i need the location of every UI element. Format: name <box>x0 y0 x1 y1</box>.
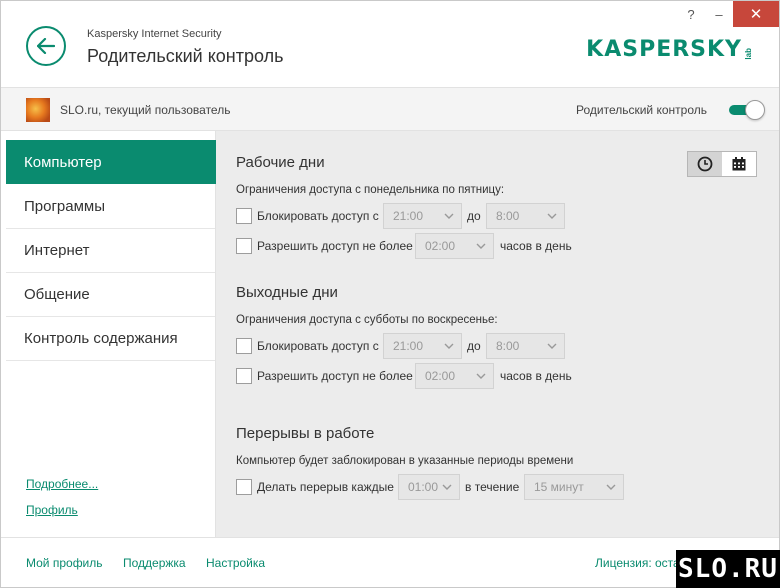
arrow-left-icon <box>37 38 55 54</box>
slo-ru-watermark: SLO.RU <box>676 550 780 588</box>
workdays-to-label: до <box>467 209 481 223</box>
workdays-allow-checkbox[interactable] <box>236 238 252 254</box>
main-content: Рабочие дни Ограничения доступа с понеде… <box>216 131 779 537</box>
weekend-allow-checkbox[interactable] <box>236 368 252 384</box>
weekend-block-checkbox[interactable] <box>236 338 252 354</box>
workdays-allow-value: 02:00 <box>425 239 456 253</box>
my-profile-link[interactable]: Мой профиль <box>26 556 103 570</box>
workdays-desc: Ограничения доступа с понедельника по пя… <box>236 184 505 196</box>
weekend-allow-label: Разрешить доступ не более <box>257 369 413 383</box>
break-duration-select[interactable]: 15 минут <box>524 474 624 500</box>
chevron-down-icon <box>547 213 557 219</box>
workdays-title: Рабочие дни <box>236 154 325 171</box>
weekend-allow-value: 02:00 <box>425 369 456 383</box>
workdays-hours-label: часов в день <box>500 239 572 253</box>
weekend-block-from-select[interactable]: 21:00 <box>383 333 462 359</box>
chevron-down-icon <box>476 243 486 249</box>
weekend-block-to-select[interactable]: 8:00 <box>486 333 565 359</box>
sidebar-item-internet[interactable]: Интернет <box>6 229 215 273</box>
profile-link[interactable]: Профиль <box>26 503 78 517</box>
workdays-allow-select[interactable]: 02:00 <box>415 233 494 259</box>
parental-control-toggle[interactable] <box>729 100 765 120</box>
weekend-allow-select[interactable]: 02:00 <box>415 363 494 389</box>
weekend-block-label: Блокировать доступ с <box>257 339 379 353</box>
workdays-block-label: Блокировать доступ с <box>257 209 379 223</box>
kaspersky-logo: KASPERSKY lab <box>586 37 753 62</box>
chevron-down-icon <box>444 213 454 219</box>
workdays-block-from-select[interactable]: 21:00 <box>383 203 462 229</box>
app-title: Kaspersky Internet Security <box>87 28 222 40</box>
weekend-title: Выходные дни <box>236 284 338 301</box>
parental-control-label: Родительский контроль <box>576 103 707 117</box>
current-user-label: SLO.ru, текущий пользователь <box>60 103 231 117</box>
break-during-label: в течение <box>465 480 520 494</box>
weekend-desc: Ограничения доступа с субботы по воскрес… <box>236 314 498 326</box>
workdays-allow-row: Разрешить доступ не более <box>236 233 413 259</box>
chevron-down-icon <box>476 373 486 379</box>
workdays-block-row: Блокировать доступ с <box>236 203 379 229</box>
chevron-down-icon <box>442 484 452 490</box>
sidebar-item-computer[interactable]: Компьютер <box>6 140 216 184</box>
avatar <box>26 98 50 122</box>
chevron-down-icon <box>547 343 557 349</box>
workdays-allow-label: Разрешить доступ не более <box>257 239 413 253</box>
watermark-text: SLO.RU <box>678 554 778 584</box>
chevron-down-icon <box>606 484 616 490</box>
back-button[interactable] <box>26 26 66 66</box>
breaks-checkbox[interactable] <box>236 479 252 495</box>
calendar-icon <box>732 157 746 171</box>
weekend-block-to-value: 8:00 <box>496 339 520 353</box>
sidebar-item-communication[interactable]: Общение <box>6 273 215 317</box>
sidebar: Компьютер Программы Интернет Общение Кон… <box>1 131 216 537</box>
breaks-title: Перерывы в работе <box>236 425 375 442</box>
close-button[interactable]: ✕ <box>733 1 779 27</box>
break-duration-value: 15 минут <box>534 480 584 494</box>
minimize-button[interactable]: – <box>705 1 733 27</box>
calendar-view-button[interactable] <box>722 152 756 176</box>
break-every-value: 01:00 <box>408 480 439 494</box>
settings-link[interactable]: Настройка <box>206 556 265 570</box>
page-title: Родительский контроль <box>87 46 284 66</box>
weekend-block-from-value: 21:00 <box>393 339 424 353</box>
breaks-desc: Компьютер будет заблокирован в указанные… <box>236 455 574 467</box>
weekend-hours-label: часов в день <box>500 369 572 383</box>
title-bar: Kaspersky Internet Security Родительский… <box>1 1 779 87</box>
weekend-block-row: Блокировать доступ с <box>236 333 379 359</box>
view-toggle <box>687 151 757 177</box>
user-bar: SLO.ru, текущий пользователь Родительски… <box>1 87 779 131</box>
breaks-row: Делать перерыв каждые <box>236 474 394 500</box>
breaks-label: Делать перерыв каждые <box>257 480 394 494</box>
weekend-to-label: до <box>467 339 481 353</box>
license-link[interactable]: Лицензия: оста <box>595 556 680 570</box>
app-window: Kaspersky Internet Security Родительский… <box>0 0 780 588</box>
logo-lab: lab <box>744 48 753 60</box>
help-button[interactable]: ? <box>677 1 705 27</box>
sidebar-item-content-control[interactable]: Контроль содержания <box>6 317 215 361</box>
sidebar-item-programs[interactable]: Программы <box>6 185 215 229</box>
more-link[interactable]: Подробнее... <box>26 477 98 491</box>
logo-text: KASPERSKY <box>586 37 742 62</box>
window-controls: ? – ✕ <box>677 1 779 31</box>
chevron-down-icon <box>444 343 454 349</box>
support-link[interactable]: Поддержка <box>123 556 186 570</box>
workdays-block-checkbox[interactable] <box>236 208 252 224</box>
weekend-allow-row: Разрешить доступ не более <box>236 363 413 389</box>
clock-view-button[interactable] <box>688 152 722 176</box>
clock-icon <box>697 156 713 172</box>
break-every-select[interactable]: 01:00 <box>398 474 460 500</box>
workdays-block-to-value: 8:00 <box>496 209 520 223</box>
footer: Мой профиль Поддержка Настройка Лицензия… <box>1 537 779 587</box>
workdays-block-from-value: 21:00 <box>393 209 424 223</box>
workdays-block-to-select[interactable]: 8:00 <box>486 203 565 229</box>
toggle-knob <box>745 100 765 120</box>
